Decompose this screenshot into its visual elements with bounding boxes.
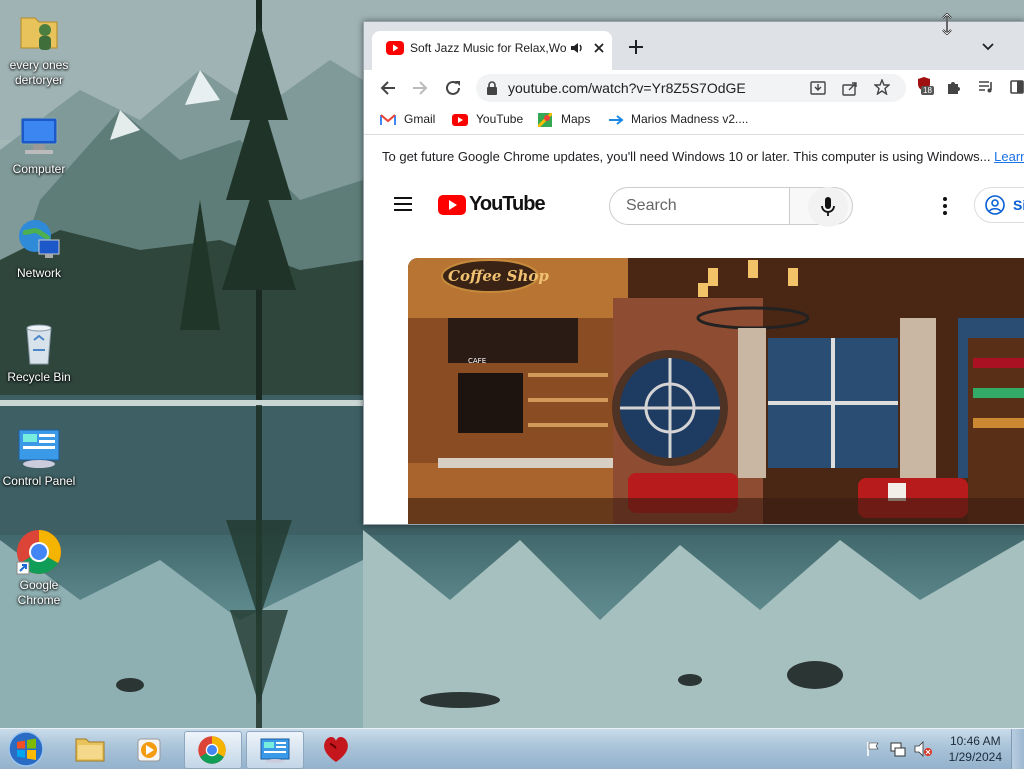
gmail-icon xyxy=(380,114,396,126)
media-queue-icon[interactable] xyxy=(978,80,994,94)
desktop-icon-control-panel[interactable]: Control Panel xyxy=(0,424,78,489)
back-arrow-icon[interactable] xyxy=(380,80,396,96)
tab-youtube[interactable]: Soft Jazz Music for Relax,Wo xyxy=(372,31,612,70)
desktop-icon-user-folder[interactable]: every ones dertoryer xyxy=(0,8,78,88)
url-text: youtube.com/watch?v=Yr8Z5S7OdGE xyxy=(508,80,746,96)
bookmarks-bar: Gmail YouTube Maps Marios Madness v2.... xyxy=(364,106,1024,134)
clock-date: 1/29/2024 xyxy=(948,750,1002,764)
computer-icon xyxy=(15,112,63,160)
browser-toolbar: youtube.com/watch?v=Yr8Z5S7OdGE 18 xyxy=(364,70,1024,106)
taskbar-red-app[interactable] xyxy=(308,731,364,767)
update-infobar: To get future Google Chrome updates, you… xyxy=(364,134,1024,180)
network-icon xyxy=(15,216,63,264)
sign-in-button[interactable]: Si xyxy=(974,187,1024,223)
coffee-shop-sign-text: Coffee Shop xyxy=(448,267,549,285)
hamburger-menu-icon[interactable] xyxy=(394,197,412,211)
video-player[interactable]: Coffee Shop CAFE xyxy=(408,258,1024,524)
learn-more-link[interactable]: Learn xyxy=(994,149,1024,164)
speaker-icon[interactable] xyxy=(570,42,584,54)
network-tray-icon[interactable] xyxy=(890,741,906,757)
youtube-logo-icon xyxy=(438,195,466,215)
red-heart-icon xyxy=(324,737,348,762)
clock-time: 10:46 AM xyxy=(949,734,1001,748)
start-button[interactable] xyxy=(6,730,46,768)
extensions-puzzle-icon[interactable] xyxy=(946,79,962,95)
arrow-bookmark-icon xyxy=(609,115,624,125)
youtube-icon xyxy=(452,114,468,126)
desktop-icon-computer[interactable]: Computer xyxy=(0,112,78,177)
microphone-icon xyxy=(821,197,835,216)
new-tab-icon[interactable] xyxy=(629,40,643,54)
cafe-menu-sign: CAFE xyxy=(468,357,486,365)
maps-icon xyxy=(538,113,552,127)
sign-in-label: Si xyxy=(1013,197,1024,213)
windows-start-icon xyxy=(8,731,44,767)
search-placeholder: Search xyxy=(626,197,677,214)
media-player-icon xyxy=(137,738,161,762)
coffee-shop-scene: Coffee Shop CAFE xyxy=(408,258,1024,524)
infobar-text: To get future Google Chrome updates, you… xyxy=(382,149,1024,164)
share-icon[interactable] xyxy=(842,80,858,96)
chrome-icon xyxy=(15,528,63,576)
taskbar-chrome[interactable] xyxy=(184,731,242,769)
desktop-icon-label: Control Panel xyxy=(2,474,76,488)
chevron-down-icon[interactable] xyxy=(982,43,994,51)
recycle-bin-icon xyxy=(15,320,63,368)
taskbar-control-panel[interactable] xyxy=(246,731,304,769)
extension-badge: 18 xyxy=(921,86,934,95)
youtube-favicon-icon xyxy=(386,41,404,55)
tab-strip: Soft Jazz Music for Relax,Wo xyxy=(364,22,1024,70)
chrome-window: Soft Jazz Music for Relax,Wo youtube.com… xyxy=(363,21,1024,525)
reload-icon[interactable] xyxy=(444,79,462,97)
desktop-icon-label: Computer xyxy=(12,162,66,176)
youtube-search-input[interactable]: Search xyxy=(609,187,790,225)
taskbar-explorer[interactable] xyxy=(62,731,118,767)
close-tab-icon[interactable] xyxy=(594,43,604,53)
desktop-icon-recycle-bin[interactable]: Recycle Bin xyxy=(0,320,78,385)
control-panel-taskbar-icon xyxy=(260,738,290,763)
desktop-icon-chrome[interactable]: Google Chrome xyxy=(0,528,78,608)
desktop-icon-network[interactable]: Network xyxy=(0,216,78,281)
user-folder-icon xyxy=(15,8,63,56)
taskbar-media-player[interactable] xyxy=(122,731,178,767)
youtube-page: YouTube Search Si xyxy=(364,179,1024,524)
chrome-taskbar-icon xyxy=(198,736,226,764)
folder-icon xyxy=(75,738,105,762)
desktop-icon-label: every ones dertoryer xyxy=(9,58,69,87)
more-options-icon[interactable] xyxy=(942,196,948,216)
side-panel-icon[interactable] xyxy=(1010,80,1024,94)
desktop-icon-label: Network xyxy=(16,266,61,280)
volume-muted-icon[interactable] xyxy=(914,741,932,757)
tab-title: Soft Jazz Music for Relax,Wo xyxy=(410,41,566,55)
forward-arrow-icon[interactable] xyxy=(412,80,428,96)
install-app-icon[interactable] xyxy=(810,80,826,96)
voice-search-button[interactable] xyxy=(808,187,848,227)
lock-icon[interactable] xyxy=(486,81,498,95)
star-bookmark-icon[interactable] xyxy=(874,79,890,95)
action-center-flag-icon[interactable] xyxy=(866,741,880,757)
extension-ublock-icon[interactable]: 18 xyxy=(916,76,934,98)
control-panel-icon xyxy=(15,424,63,472)
desktop-icon-label: Recycle Bin xyxy=(7,370,71,384)
youtube-logo-text: YouTube xyxy=(469,193,546,215)
account-icon xyxy=(985,195,1005,215)
show-desktop-button[interactable] xyxy=(1011,729,1024,769)
taskbar: 10:46 AM 1/29/2024 xyxy=(0,728,1024,769)
resize-cursor-icon xyxy=(942,13,952,35)
address-bar[interactable]: youtube.com/watch?v=Yr8Z5S7OdGE xyxy=(476,74,906,102)
system-clock[interactable]: 10:46 AM 1/29/2024 xyxy=(949,733,1002,765)
desktop-icon-label: Google Chrome xyxy=(17,578,61,607)
